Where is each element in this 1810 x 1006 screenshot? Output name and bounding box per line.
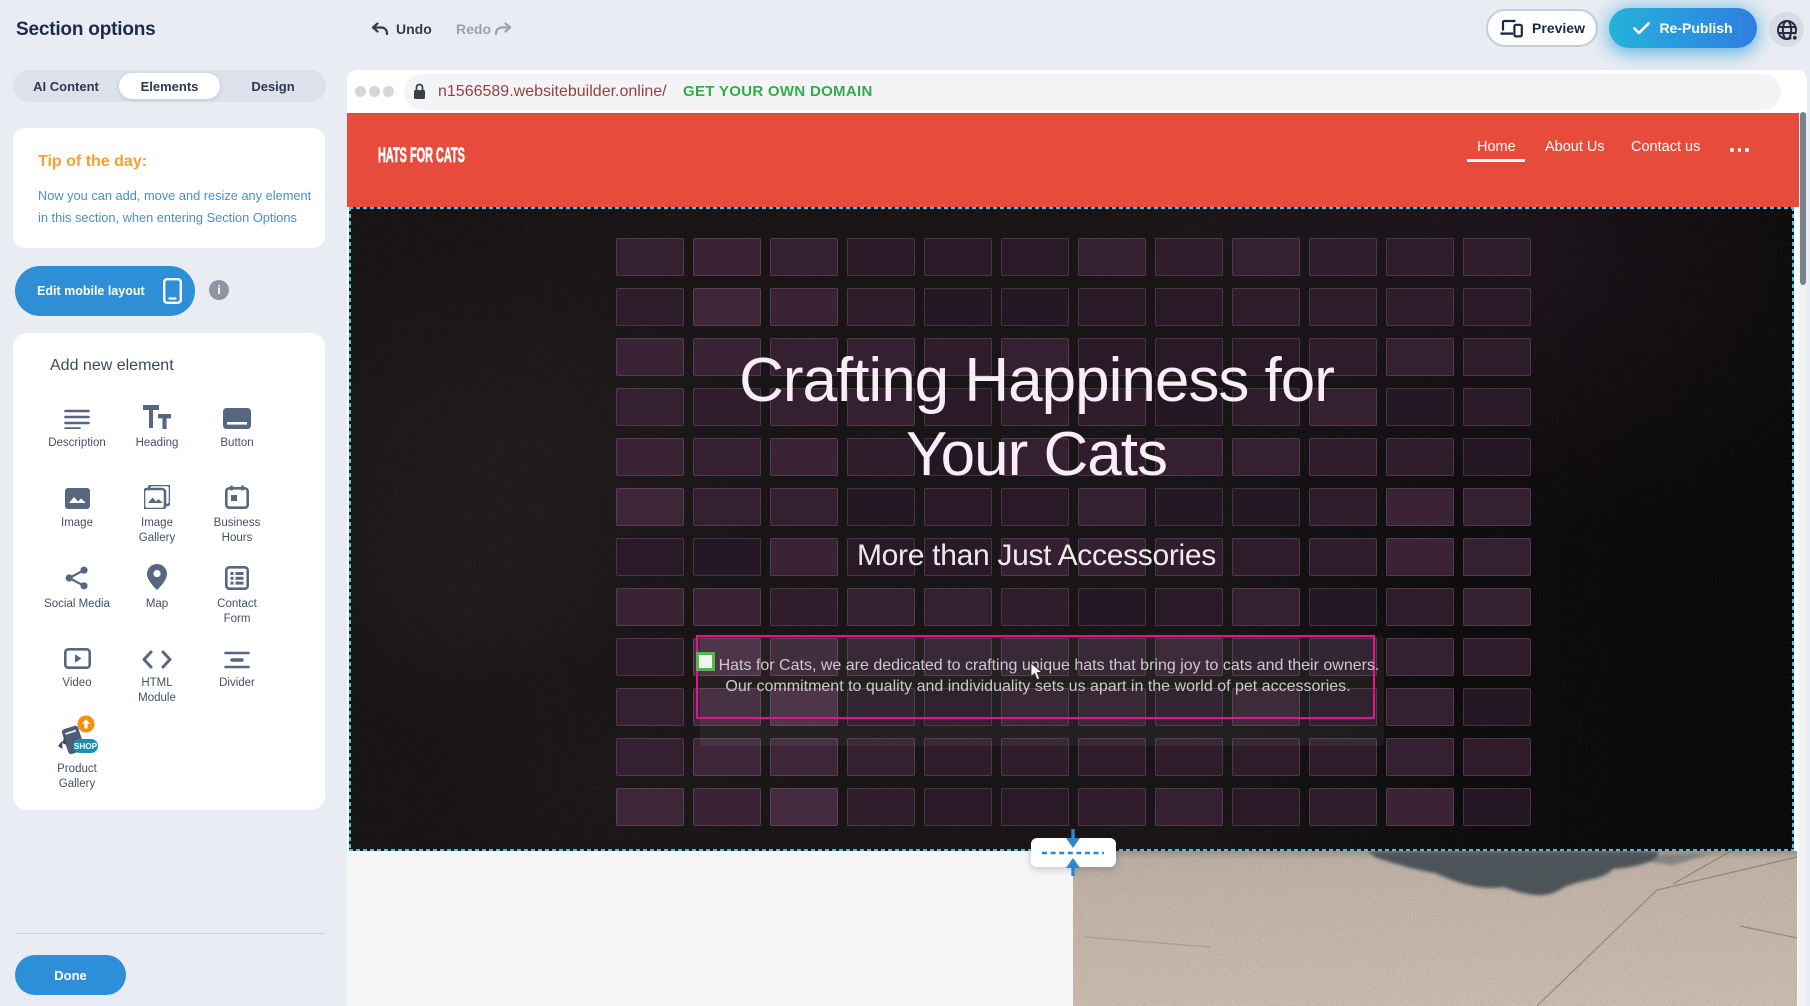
svg-text:SHOP: SHOP [74, 742, 98, 751]
